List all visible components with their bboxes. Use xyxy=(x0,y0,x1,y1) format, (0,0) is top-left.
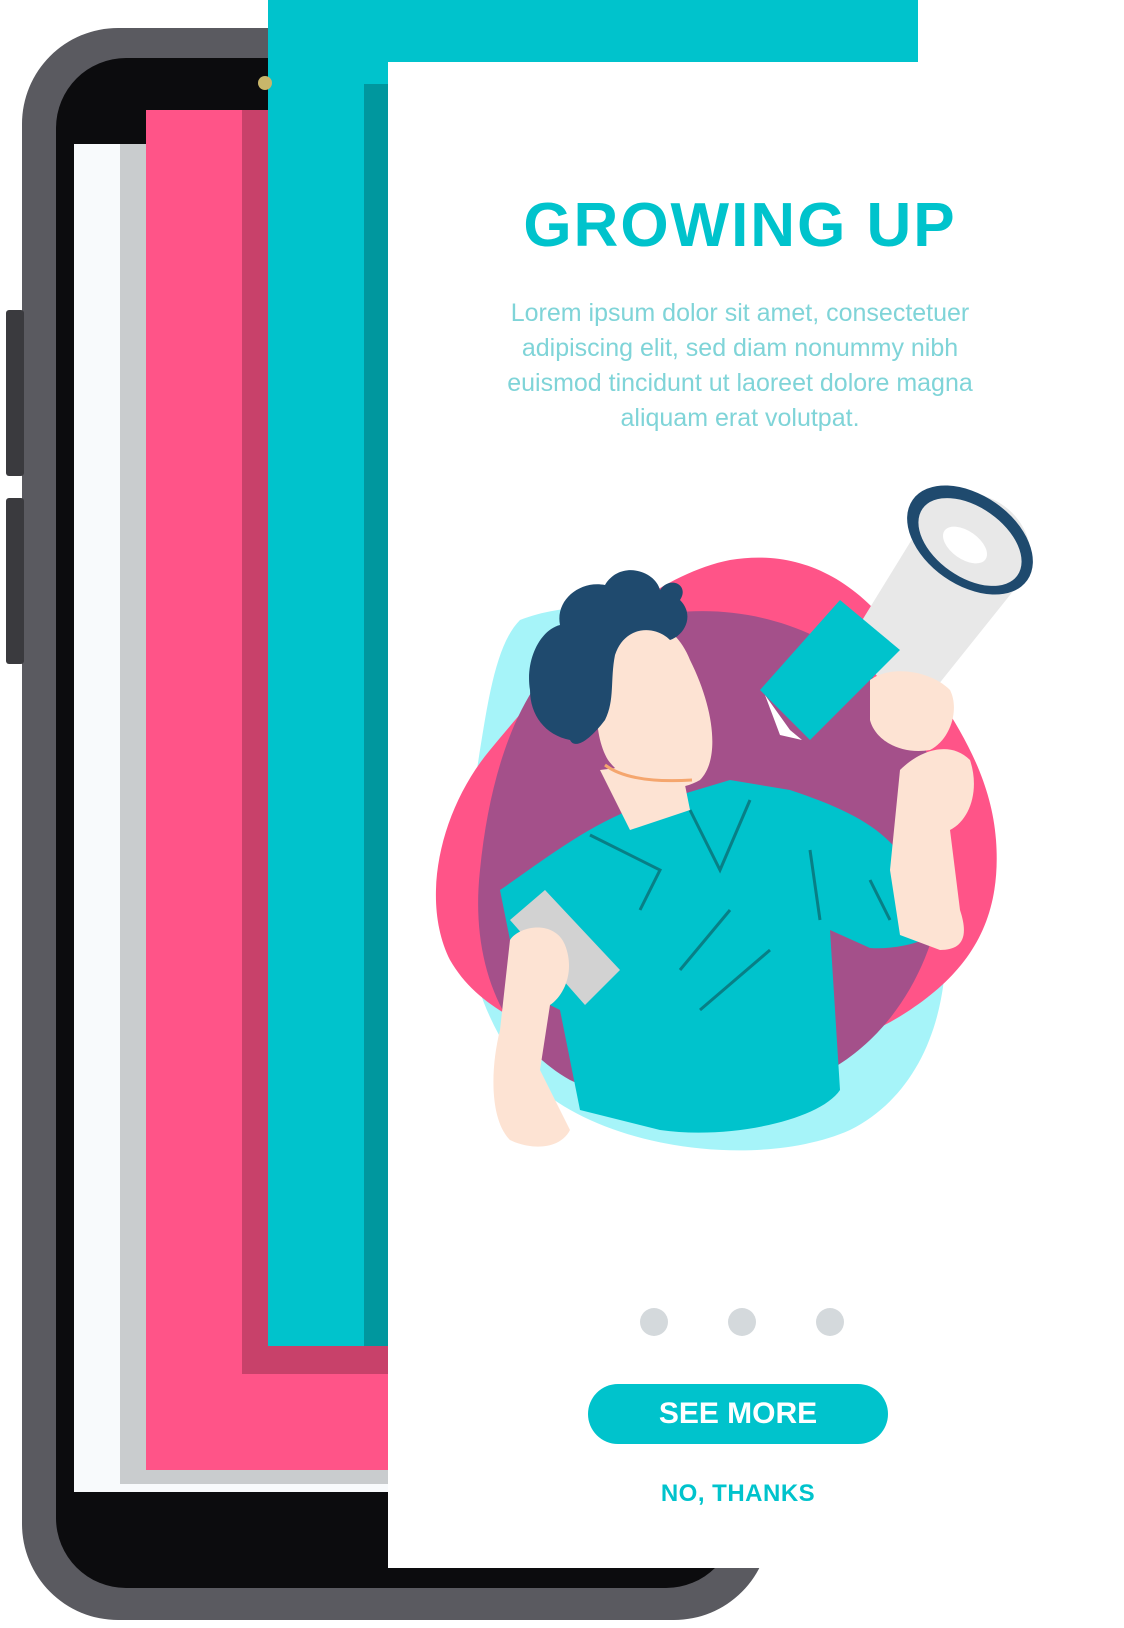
man-with-megaphone-illustration xyxy=(435,485,1033,1151)
see-more-button[interactable]: SEE MORE xyxy=(588,1384,888,1444)
phone-power-button xyxy=(6,498,24,664)
pagination-dot[interactable] xyxy=(640,1308,668,1336)
no-thanks-link[interactable]: NO, THANKS xyxy=(588,1480,888,1508)
fist xyxy=(870,671,954,751)
phone-volume-button xyxy=(6,310,24,476)
pagination-dot[interactable] xyxy=(728,1308,756,1336)
camera-icon xyxy=(258,76,272,90)
pagination-dot[interactable] xyxy=(816,1308,844,1336)
page-title: GROWING UP xyxy=(523,191,957,260)
description-text: Lorem ipsum dolor sit amet, consectetuer… xyxy=(507,299,973,432)
